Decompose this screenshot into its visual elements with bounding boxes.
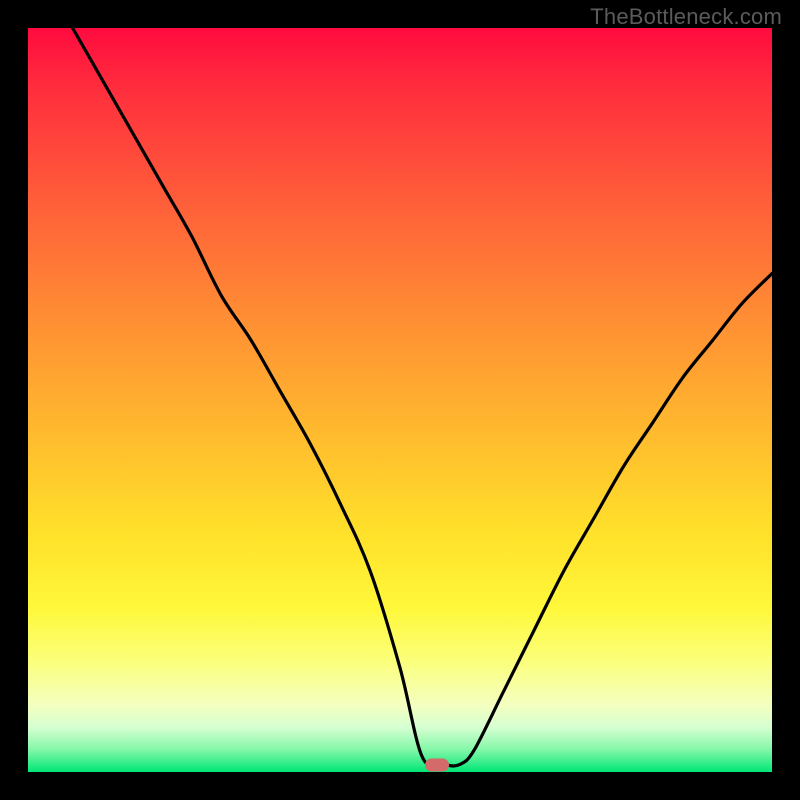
plot-area [28, 28, 772, 772]
curve-path [73, 28, 772, 766]
watermark-text: TheBottleneck.com [590, 4, 782, 30]
optimal-marker [425, 758, 449, 771]
bottleneck-curve [28, 28, 772, 772]
chart-frame: TheBottleneck.com [0, 0, 800, 800]
